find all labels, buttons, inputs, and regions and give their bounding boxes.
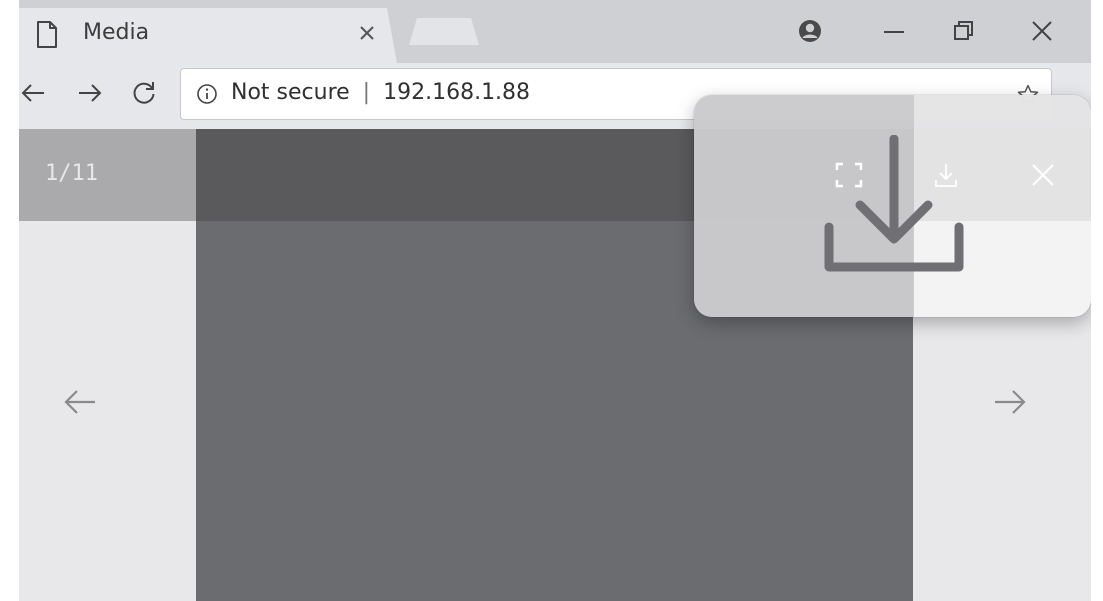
account-icon[interactable] [795,16,825,46]
tab-media[interactable]: Media [19,8,397,63]
url-text[interactable]: 192.168.1.88 [383,80,530,105]
tab-title: Media [83,20,150,45]
arrow-right-icon[interactable] [993,388,1027,416]
address-text: Not secure | 192.168.1.88 [231,78,530,108]
download-popup[interactable] [694,95,1091,317]
browser-window: Media Not secure | 192.168.1.88 1/11 [19,0,1091,601]
tab-strip: Media [19,0,1091,63]
reload-button[interactable] [130,79,158,107]
close-icon [1032,164,1054,186]
slide-counter: 1/11 [45,161,98,186]
close-icon[interactable] [1027,16,1057,46]
forward-button[interactable] [76,79,104,107]
back-button[interactable] [19,79,47,107]
security-label: Not secure [231,80,350,105]
address-separator: | [362,80,371,105]
minimize-icon[interactable] [879,16,909,46]
new-tab-button[interactable] [409,18,479,45]
info-icon[interactable] [196,83,218,105]
download-icon [824,135,964,272]
counter-bar: 1/11 [19,129,196,221]
restore-icon[interactable] [949,16,979,46]
close-icon[interactable] [356,22,378,44]
arrow-left-icon[interactable] [63,388,97,416]
document-icon [37,21,57,48]
